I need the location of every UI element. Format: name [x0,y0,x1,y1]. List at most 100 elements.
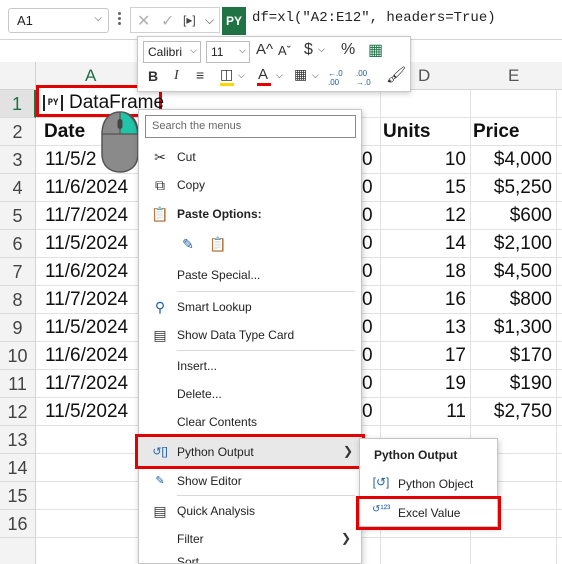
cell-c[interactable]: 0 [362,205,373,227]
row-header-9[interactable]: 9 [0,314,36,342]
menu-item-python-object[interactable]: [↺] Python Object [360,470,497,498]
cell-c[interactable]: 0 [362,345,373,367]
cell-date[interactable]: 11/6/2024 [45,177,128,199]
decrease-font-size-button[interactable]: Aˇ [278,43,291,58]
row-header-10[interactable]: 10 [0,342,36,370]
font-size-select[interactable]: 11 ⌵ [206,41,250,63]
fill-color-icon[interactable]: ◫ [220,66,233,83]
header-units[interactable]: Units [383,121,431,143]
cell-date[interactable]: 11/6/2024 [45,261,128,283]
python-bracket-icon[interactable]: [▸] [183,13,196,27]
menu-item-delete[interactable]: Delete... [139,380,361,408]
cell-date[interactable]: 11/6/2024 [45,345,128,367]
cell-c[interactable]: 0 [362,149,373,171]
row-header-13[interactable]: 13 [0,426,36,454]
header-price[interactable]: Price [473,121,519,143]
bold-button[interactable]: B [148,68,158,84]
cell-price[interactable]: $600 [474,205,552,227]
chevron-down-icon[interactable]: ⌵ [276,70,283,81]
menu-item-show-editor[interactable]: ✎ Show Editor [139,467,361,495]
name-box[interactable]: A1 ⌵ [8,8,109,33]
cell-date[interactable]: 11/5/2 [45,149,96,171]
row-header-12[interactable]: 12 [0,398,36,426]
row-header-11[interactable]: 11 [0,370,36,398]
currency-format-button[interactable]: $ [304,41,313,59]
more-options-icon[interactable] [116,10,122,30]
cell-date[interactable]: 11/7/2024 [45,289,128,311]
cell-price[interactable]: $1,300 [474,317,552,339]
cell-units[interactable]: 18 [400,261,466,283]
paste-formula-button[interactable]: ✎ [175,230,203,258]
cell-price[interactable]: $4,500 [474,261,552,283]
chevron-down-icon[interactable]: ⌵ [205,13,214,28]
column-header-a[interactable]: A [85,66,96,86]
chevron-down-icon[interactable]: ⌵ [312,70,319,81]
cell-units[interactable]: 19 [400,373,466,395]
cell-price[interactable]: $190 [474,373,552,395]
cell-c[interactable]: 0 [362,289,373,311]
formula-text[interactable]: df=xl("A2:E12", headers=True) [252,10,496,26]
menu-item-quick-analysis[interactable]: ▤ Quick Analysis [139,497,361,525]
menu-item-copy[interactable]: ⧉ Copy [139,171,361,199]
format-painter-icon[interactable]: 🖌 [386,65,406,85]
cell-date[interactable]: 11/5/2024 [45,233,128,255]
cell-units[interactable]: 16 [400,289,466,311]
row-header-14[interactable]: 14 [0,454,36,482]
chevron-down-icon[interactable]: ⌵ [190,45,197,56]
format-table-icon[interactable]: ▦ [368,40,383,60]
menu-item-cut[interactable]: ✂ Cut [139,143,361,171]
row-header-7[interactable]: 7 [0,258,36,286]
select-all-corner[interactable] [0,62,36,90]
cell-c[interactable]: 0 [362,317,373,339]
paste-values-button[interactable]: 📋 [205,230,233,258]
menu-item-python-output[interactable]: ↺[] Python Output ❯ [135,434,365,469]
decrease-decimal-button[interactable]: .00 →.0 [356,69,380,87]
chevron-down-icon[interactable]: ⌵ [239,45,246,56]
row-header-6[interactable]: 6 [0,230,36,258]
cell-units[interactable]: 17 [400,345,466,367]
cell-price[interactable]: $2,750 [474,401,552,423]
cancel-icon[interactable]: ✕ [137,11,150,31]
cell-date[interactable]: 11/7/2024 [45,205,128,227]
menu-item-insert[interactable]: Insert... [139,352,361,380]
chevron-down-icon[interactable]: ⌵ [94,13,102,24]
borders-icon[interactable]: ▦ [294,66,307,83]
menu-search-input[interactable]: Search the menus [145,115,356,138]
menu-item-sort[interactable]: Sort [139,553,361,563]
enter-icon[interactable]: ✓ [161,11,174,31]
row-header-2[interactable]: 2 [0,118,36,146]
cell-price[interactable]: $800 [474,289,552,311]
cell-c[interactable]: 0 [362,401,373,423]
cell-units[interactable]: 10 [400,149,466,171]
chevron-down-icon[interactable]: ⌵ [238,70,245,81]
menu-item-show-data-type-card[interactable]: ▤ Show Data Type Card [139,321,361,349]
cell-c[interactable]: 0 [362,261,373,283]
font-name-select[interactable]: Calibri ⌵ [143,41,201,63]
row-header-8[interactable]: 8 [0,286,36,314]
italic-button[interactable]: I [174,68,179,84]
cell-price[interactable]: $170 [474,345,552,367]
cell-units[interactable]: 12 [400,205,466,227]
header-date[interactable]: Date [44,121,85,143]
cell-c[interactable]: 0 [362,373,373,395]
cell-date[interactable]: 11/7/2024 [45,373,128,395]
row-header-15[interactable]: 15 [0,482,36,510]
cell-units[interactable]: 13 [400,317,466,339]
menu-item-paste-special[interactable]: Paste Special... [139,261,361,289]
align-center-icon[interactable]: ≡ [196,67,204,83]
menu-item-smart-lookup[interactable]: ⚲ Smart Lookup [139,293,361,321]
increase-decimal-button[interactable]: ←.0 .00 [328,69,352,87]
chevron-down-icon[interactable]: ⌵ [318,44,325,55]
cell-date[interactable]: 11/5/2024 [45,317,128,339]
increase-font-size-button[interactable]: A^ [256,41,273,58]
cell-price[interactable]: $5,250 [474,177,552,199]
row-header-5[interactable]: 5 [0,202,36,230]
cell-price[interactable]: $2,100 [474,233,552,255]
row-header-16[interactable]: 16 [0,510,36,538]
row-header-3[interactable]: 3 [0,146,36,174]
menu-item-filter[interactable]: Filter ❯ [139,525,361,553]
cell-units[interactable]: 15 [400,177,466,199]
font-color-button[interactable]: A [258,66,268,83]
column-header-e[interactable]: E [508,66,519,86]
percent-format-button[interactable]: % [341,41,355,59]
